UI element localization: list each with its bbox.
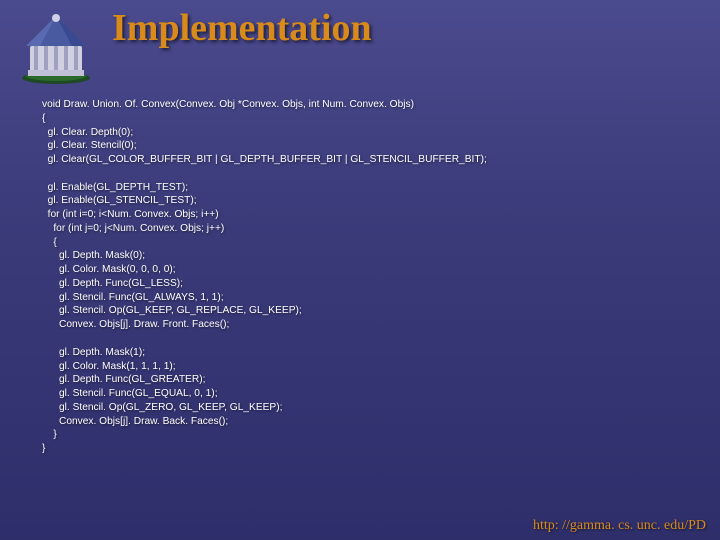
code-block: void Draw. Union. Of. Convex(Convex. Obj… [42,98,700,456]
footer-url: http: //gamma. cs. unc. edu/PD [533,518,706,534]
gazebo-icon [8,8,104,86]
page-title: Implementation [112,6,372,50]
